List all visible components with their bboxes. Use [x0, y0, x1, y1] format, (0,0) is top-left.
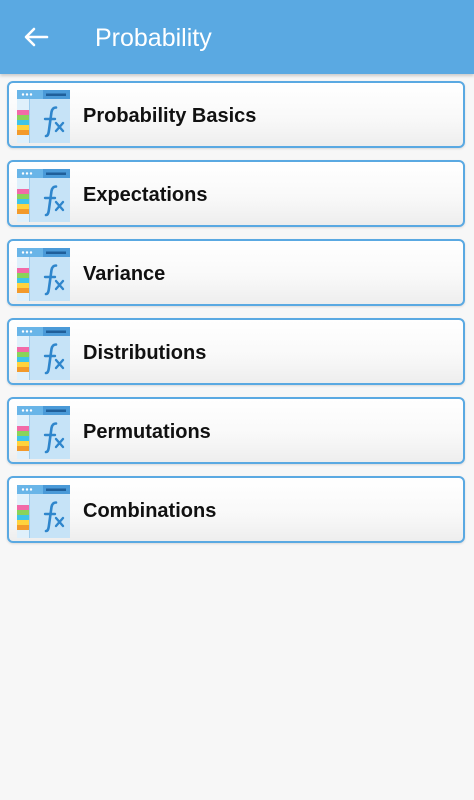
app-bar: Probability	[0, 0, 474, 74]
list-item-label: Permutations	[83, 421, 211, 443]
list-item-combinations[interactable]: Combinations	[7, 476, 465, 543]
formula-icon	[17, 90, 70, 143]
list-item-label: Combinations	[83, 500, 217, 522]
list-item-label: Expectations	[83, 184, 208, 206]
formula-icon	[17, 485, 70, 538]
list-item-permutations[interactable]: Permutations	[7, 397, 465, 464]
list-item-label: Probability Basics	[83, 105, 257, 127]
list-item-probability-basics[interactable]: Probability Basics	[7, 81, 465, 148]
formula-icon	[17, 327, 70, 380]
list-item-variance[interactable]: Variance	[7, 239, 465, 306]
formula-icon	[17, 406, 70, 459]
back-button[interactable]	[14, 16, 58, 58]
arrow-left-icon	[24, 27, 49, 47]
list-item-expectations[interactable]: Expectations	[7, 160, 465, 227]
formula-icon	[17, 248, 70, 301]
formula-icon	[17, 169, 70, 222]
list-item-label: Variance	[83, 263, 166, 285]
topic-list: Probability Basics Expectations Variance…	[7, 81, 467, 555]
list-item-distributions[interactable]: Distributions	[7, 318, 465, 385]
list-item-label: Distributions	[83, 342, 207, 364]
page-title: Probability	[95, 24, 212, 52]
